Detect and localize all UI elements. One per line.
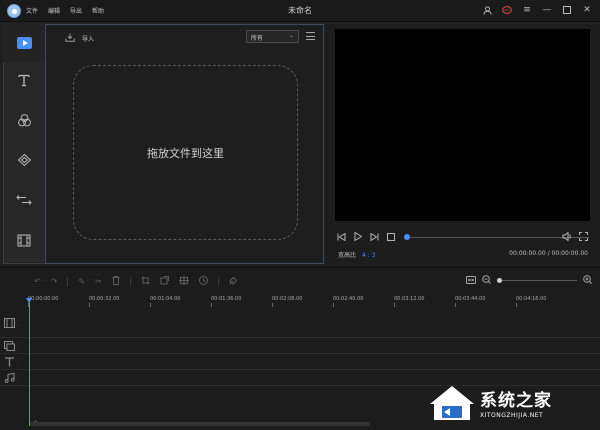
feedback-icon[interactable]: [500, 3, 514, 17]
tool-overlays[interactable]: [3, 146, 45, 174]
media-icon: [16, 37, 32, 49]
playback-controls: [337, 231, 395, 243]
timeline-ruler[interactable]: 00:00:00.00 00:00:32.00 00:01:04.00 00:01:3…: [28, 295, 600, 307]
music-track-icon: [4, 372, 15, 383]
media-filter-dropdown[interactable]: 所有 ⌄: [246, 30, 299, 43]
preview-timecode: 00:00:00.00 / 00:00:00.00: [509, 250, 588, 257]
window-controls: ≡ — ✕: [480, 3, 594, 17]
toolbar-divider: [129, 277, 131, 286]
zoom-out-icon[interactable]: [482, 275, 491, 286]
tool-filters[interactable]: [3, 106, 45, 134]
overlays-icon: [17, 153, 31, 166]
track-row-overlay[interactable]: ◦ ◦: [0, 338, 600, 354]
minimize-icon[interactable]: —: [540, 3, 554, 17]
watermark: 系统之家 XITONGZHIJIA.NET: [428, 382, 596, 426]
redo-icon[interactable]: ↷: [51, 277, 58, 286]
text-icon: [18, 74, 30, 87]
track-header: ◦ ◦: [4, 338, 28, 353]
track-toggles[interactable]: ◦ ◦: [17, 373, 19, 383]
preview-screen: [335, 29, 590, 221]
zoom-slider-handle[interactable]: [497, 278, 502, 283]
ruler-tick-label: 00:01:04.00: [150, 296, 181, 307]
overlay-track-icon: [4, 340, 15, 351]
list-view-icon[interactable]: [306, 32, 315, 40]
cut-icon[interactable]: ✂: [95, 277, 102, 286]
track-toggles[interactable]: ◦ ◦: [17, 357, 19, 367]
mosaic-icon[interactable]: [178, 276, 189, 287]
aspect-ratio-value[interactable]: 4 : 3: [362, 252, 375, 259]
preview-panel: 宽高比 4 : 3 00:00:00.00 / 00:00:00.00: [326, 24, 600, 264]
close-icon[interactable]: ✕: [580, 3, 594, 17]
user-icon[interactable]: [480, 3, 494, 17]
aspect-ratio: 宽高比 4 : 3: [338, 250, 375, 259]
ruler-tick-label: 00:02:08.00: [272, 296, 303, 307]
track-header: ◦ ◦: [4, 370, 28, 385]
maximize-icon[interactable]: [560, 3, 574, 17]
crop-icon[interactable]: [141, 276, 150, 287]
freeze-icon[interactable]: [229, 276, 238, 287]
ruler-tick-label: 00:03:12.00: [394, 296, 425, 307]
title-bar: 文件 编辑 导出 帮助 未命名 ≡ — ✕: [0, 0, 600, 22]
timeline-toolbar: ↶ ↷ ✎ ✂: [34, 276, 238, 287]
watermark-subtext: XITONGZHIJIA.NET: [480, 412, 544, 419]
fullscreen-icon[interactable]: [579, 232, 588, 243]
tool-elements[interactable]: [3, 226, 45, 254]
track-row-text[interactable]: ◦ ◦: [0, 354, 600, 370]
menu-icon[interactable]: ≡: [520, 3, 534, 17]
ruler-tick-label: 00:04:16.00: [516, 296, 547, 307]
ruler-tick-label: 00:03:44.00: [455, 296, 486, 307]
track-row-video[interactable]: ◦ ◦: [0, 309, 600, 338]
track-toggles[interactable]: ◦ ◦: [17, 341, 19, 351]
ruler-tick-label: 00:00:00.00: [28, 296, 59, 307]
zoom-in-icon[interactable]: [583, 275, 592, 286]
transitions-icon: [16, 195, 32, 205]
filters-icon: [17, 113, 31, 126]
watermark-text: 系统之家: [480, 391, 552, 411]
chevron-down-icon: ⌄: [288, 32, 294, 39]
preview-right-controls: [562, 231, 588, 243]
rotate-icon[interactable]: [160, 276, 169, 287]
delete-icon[interactable]: [112, 276, 120, 287]
timeline-scrollbar[interactable]: [30, 422, 370, 426]
tool-text[interactable]: [3, 66, 45, 94]
play-icon[interactable]: [354, 231, 363, 243]
watermark-logo-icon: [430, 386, 474, 420]
volume-icon[interactable]: [562, 231, 572, 243]
tool-strip: [3, 24, 45, 264]
timeline-playhead[interactable]: [26, 298, 32, 426]
next-frame-icon[interactable]: [370, 232, 379, 243]
toolbar-divider: [217, 277, 219, 286]
ruler-tick-label: 00:02:40.00: [333, 296, 364, 307]
ruler-tick-label: 00:01:36.00: [211, 296, 242, 307]
seek-handle[interactable]: [404, 234, 410, 240]
import-icon[interactable]: [65, 33, 75, 44]
film-icon: [17, 234, 31, 246]
toolbar-divider: [67, 277, 69, 286]
import-button[interactable]: 导入: [82, 34, 94, 43]
text-track-icon: [5, 356, 14, 366]
media-drop-zone[interactable]: 拖放文件到这里: [73, 65, 298, 240]
speed-icon[interactable]: [198, 276, 208, 287]
timeline-zoom-controls: [466, 275, 592, 286]
stop-icon[interactable]: [387, 232, 395, 243]
media-filter-value: 所有: [251, 35, 264, 42]
undo-icon[interactable]: ↶: [34, 277, 41, 286]
track-header: ◦ ◦: [4, 309, 28, 337]
drop-zone-label: 拖放文件到这里: [147, 146, 224, 160]
ruler-tick-label: 00:00:32.00: [89, 296, 120, 307]
aspect-ratio-label: 宽高比: [338, 252, 357, 259]
fit-timeline-icon[interactable]: [466, 275, 476, 286]
track-header: ◦ ◦: [4, 354, 28, 369]
media-library-panel: 导入 所有 ⌄ 拖放文件到这里: [45, 24, 324, 264]
tool-transitions[interactable]: [3, 186, 45, 214]
prev-frame-icon[interactable]: [337, 232, 346, 243]
video-track-icon: [4, 318, 15, 328]
tool-media[interactable]: [3, 24, 45, 62]
track-toggles[interactable]: ◦ ◦: [17, 318, 19, 328]
timeline-zoom-slider[interactable]: [497, 278, 577, 283]
edit-icon[interactable]: ✎: [78, 277, 85, 286]
